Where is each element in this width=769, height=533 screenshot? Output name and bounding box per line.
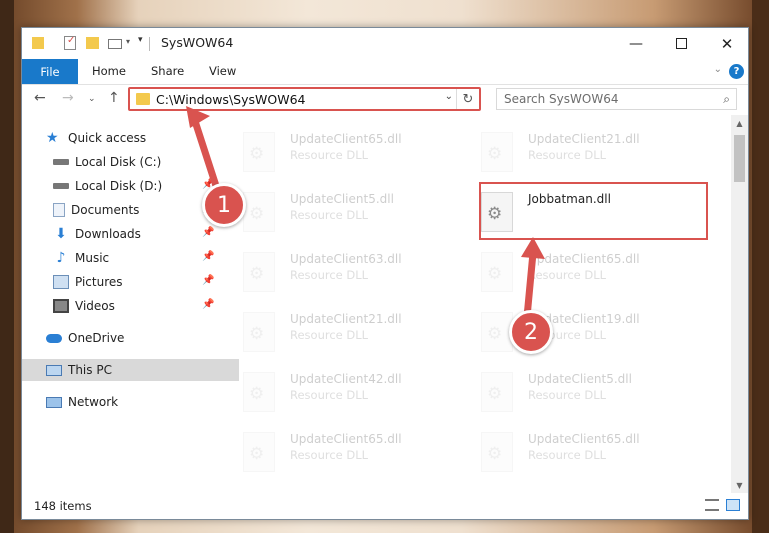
gear-icon: ⚙ bbox=[249, 444, 265, 464]
gear-icon: ⚙ bbox=[249, 324, 265, 344]
scroll-down-icon[interactable]: ▼ bbox=[731, 477, 748, 493]
large-icons-view-icon[interactable] bbox=[726, 499, 740, 511]
item-count: 148 items bbox=[34, 499, 92, 513]
file-item[interactable]: ⚙ UpdateClient21.dll Resource DLL bbox=[217, 306, 437, 354]
drive-icon bbox=[53, 159, 69, 165]
computer-icon bbox=[46, 364, 62, 376]
ribbon: File Home Share View ⌄ ? bbox=[22, 59, 748, 85]
folder-icon bbox=[32, 37, 44, 49]
videos-icon bbox=[53, 299, 69, 313]
sidebar-item-downloads[interactable]: ⬇ Downloads 📌 bbox=[22, 223, 246, 245]
help-icon[interactable]: ? bbox=[729, 64, 744, 79]
search-placeholder: Search SysWOW64 bbox=[504, 92, 619, 106]
recent-locations-icon[interactable]: ⌄ bbox=[88, 94, 96, 104]
tab-home[interactable]: Home bbox=[92, 64, 126, 78]
pin-icon[interactable]: 📌 bbox=[202, 275, 214, 286]
sidebar-item-videos[interactable]: Videos 📌 bbox=[22, 295, 246, 317]
file-item[interactable]: ⚙ UpdateClient65.dll Resource DLL bbox=[217, 126, 437, 174]
cloud-icon bbox=[46, 333, 62, 343]
file-item[interactable]: ⚙ UpdateClient19.dll Resource DLL bbox=[455, 306, 675, 354]
sidebar-item-pictures[interactable]: Pictures 📌 bbox=[22, 271, 246, 293]
gear-icon: ⚙ bbox=[487, 144, 503, 164]
pin-icon[interactable]: 📌 bbox=[202, 299, 214, 310]
close-button[interactable]: ✕ bbox=[704, 28, 750, 59]
expand-ribbon-icon[interactable]: ⌄ bbox=[714, 64, 722, 75]
chevron-down-icon[interactable]: ▾ bbox=[126, 37, 130, 53]
tab-share[interactable]: Share bbox=[151, 64, 184, 78]
title-separator bbox=[149, 37, 150, 51]
music-icon: ♪ bbox=[56, 250, 66, 266]
sidebar-item-music[interactable]: ♪ Music 📌 bbox=[22, 247, 246, 269]
window-title: SysWOW64 bbox=[161, 35, 234, 50]
dropdown-arrow-icon[interactable]: ▾ bbox=[138, 35, 143, 51]
file-item[interactable]: ⚙ UpdateClient65.dll Resource DLL bbox=[455, 426, 675, 474]
pin-icon[interactable]: 📌 bbox=[202, 251, 214, 262]
gear-icon: ⚙ bbox=[249, 204, 265, 224]
file-highlight-box bbox=[479, 182, 708, 240]
gear-icon: ⚙ bbox=[487, 264, 503, 284]
vertical-scrollbar[interactable]: ▲ ▼ bbox=[731, 115, 748, 493]
file-item[interactable]: ⚙ UpdateClient63.dll Resource DLL bbox=[217, 246, 437, 294]
sidebar-item-onedrive[interactable]: OneDrive bbox=[22, 327, 239, 349]
file-item[interactable]: ⚙ UpdateClient21.dll Resource DLL bbox=[455, 126, 675, 174]
status-bar: 148 items bbox=[22, 493, 748, 519]
search-icon: ⌕ bbox=[723, 92, 730, 106]
forward-arrow-icon[interactable]: → bbox=[62, 90, 74, 106]
title-bar: ✓ ▾ ▾ SysWOW64 — ✕ bbox=[22, 28, 748, 59]
navigation-bar: ← → ⌄ ↑ C:\Windows\SysWOW64 ⌄ ↻ Search S… bbox=[22, 85, 748, 115]
download-icon: ⬇ bbox=[55, 226, 67, 242]
documents-icon bbox=[53, 203, 65, 217]
chevron-down-icon[interactable]: ⌄ bbox=[445, 91, 453, 102]
gear-icon: ⚙ bbox=[487, 444, 503, 464]
network-icon bbox=[46, 396, 62, 408]
pictures-icon bbox=[53, 275, 69, 289]
tab-view[interactable]: View bbox=[209, 64, 236, 78]
file-item[interactable]: ⚙ UpdateClient65.dll Resource DLL bbox=[217, 426, 437, 474]
file-explorer-window: ✓ ▾ ▾ SysWOW64 — ✕ File Home Share View … bbox=[21, 27, 749, 520]
gear-icon: ⚙ bbox=[249, 264, 265, 284]
details-view-icon[interactable] bbox=[705, 499, 719, 511]
folder-icon bbox=[136, 93, 150, 105]
background-tree bbox=[752, 0, 769, 533]
background-tree bbox=[0, 0, 14, 533]
sidebar-item-this-pc[interactable]: This PC bbox=[22, 359, 239, 381]
gear-icon: ⚙ bbox=[249, 144, 265, 164]
step-2-badge: 2 bbox=[509, 310, 553, 354]
new-folder-icon[interactable] bbox=[86, 37, 99, 49]
scroll-up-icon[interactable]: ▲ bbox=[731, 115, 748, 131]
file-item[interactable]: ⚙ UpdateClient42.dll Resource DLL bbox=[217, 366, 437, 414]
search-input[interactable]: Search SysWOW64 ⌕ bbox=[496, 88, 737, 110]
up-arrow-icon[interactable]: ↑ bbox=[108, 90, 120, 106]
customize-toolbar-icon[interactable] bbox=[108, 39, 122, 49]
pin-icon[interactable]: 📌 bbox=[202, 227, 214, 238]
drive-icon bbox=[53, 183, 69, 189]
tab-file[interactable]: File bbox=[22, 59, 78, 84]
scrollbar-thumb[interactable] bbox=[734, 135, 745, 182]
back-arrow-icon[interactable]: ← bbox=[34, 90, 46, 106]
gear-icon: ⚙ bbox=[487, 324, 503, 344]
refresh-icon[interactable]: ↻ bbox=[456, 89, 479, 109]
file-item[interactable]: ⚙ UpdateClient65.dll Resource DLL bbox=[455, 246, 675, 294]
file-item[interactable]: ⚙ UpdateClient5.dll Resource DLL bbox=[217, 186, 437, 234]
gear-icon: ⚙ bbox=[249, 384, 265, 404]
star-icon: ★ bbox=[46, 130, 59, 146]
file-item[interactable]: ⚙ UpdateClient5.dll Resource DLL bbox=[455, 366, 675, 414]
properties-icon[interactable]: ✓ bbox=[64, 35, 76, 50]
gear-icon: ⚙ bbox=[487, 384, 503, 404]
file-list: ⚙ UpdateClient65.dll Resource DLL ⚙ Upda… bbox=[215, 122, 731, 493]
sidebar-item-network[interactable]: Network bbox=[22, 391, 239, 413]
maximize-button[interactable] bbox=[658, 28, 704, 59]
step-1-badge: 1 bbox=[202, 183, 246, 227]
minimize-button[interactable]: — bbox=[613, 28, 659, 59]
